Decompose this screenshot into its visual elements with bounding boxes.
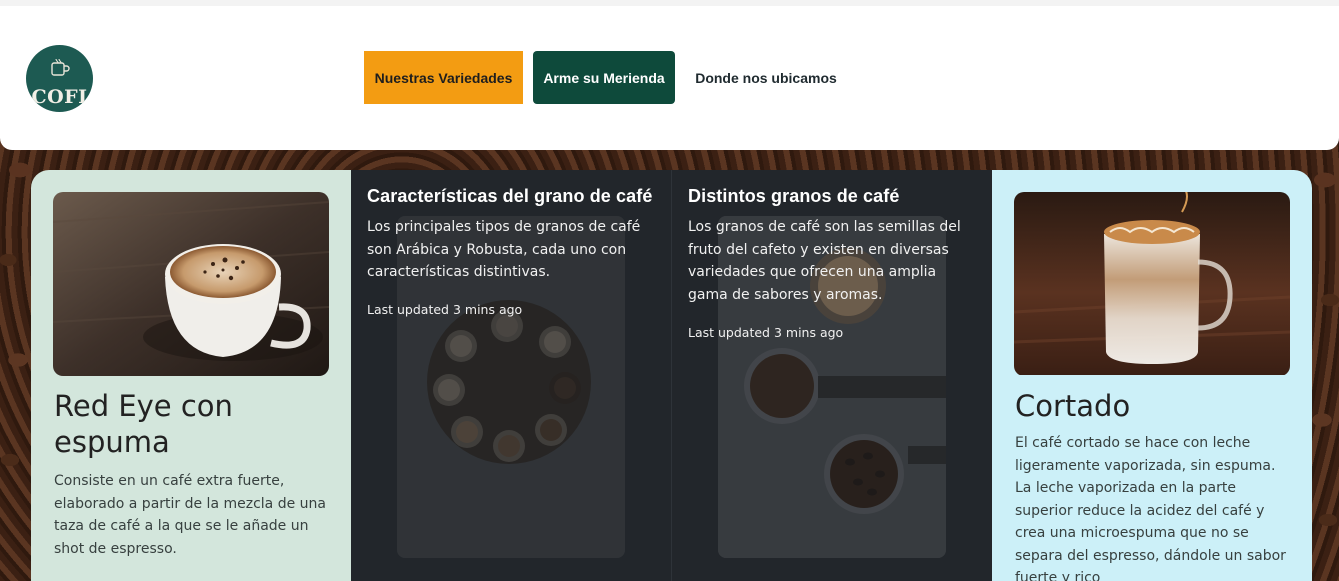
card-description: Los granos de café son las semillas del … — [688, 219, 961, 303]
nav-arme-su-merienda[interactable]: Arme su Merienda — [533, 51, 675, 104]
card-description: Consiste en un café extra fuerte, elabor… — [54, 473, 326, 557]
main-nav: Nuestras Variedades Arme su Merienda Don… — [364, 51, 847, 104]
cortado-image — [1014, 192, 1290, 376]
cappuccino-photo — [53, 192, 329, 376]
card-title: Distintos granos de café — [688, 186, 900, 206]
card-title: Características del grano de café — [367, 186, 653, 206]
last-updated: Last updated 3 mins ago — [367, 302, 523, 317]
card-cortado: Cortado El café cortado se hace con lech… — [992, 170, 1312, 581]
site-header: COFI Nuestras Variedades Arme su Meriend… — [0, 6, 1339, 150]
card-title: Cortado — [1015, 389, 1131, 423]
last-updated: Last updated 3 mins ago — [688, 325, 844, 340]
red-eye-image — [53, 192, 329, 376]
card-description: Los principales tipos de granos de café … — [367, 219, 641, 280]
coffee-cup-logo-icon — [51, 58, 70, 76]
cofi-logo[interactable]: COFI — [26, 45, 93, 112]
card-red-eye: Red Eye con espuma Consiste en un café e… — [31, 170, 351, 581]
logo-text: COFI — [31, 86, 88, 108]
card-title: Red Eye con espuma — [54, 389, 233, 459]
nav-donde-nos-ubicamos[interactable]: Donde nos ubicamos — [685, 51, 847, 104]
card-description: El café cortado se hace con leche ligera… — [1015, 435, 1286, 581]
divider — [671, 170, 672, 581]
nav-nuestras-variedades[interactable]: Nuestras Variedades — [364, 51, 523, 104]
latte-glass-photo — [1014, 192, 1290, 375]
